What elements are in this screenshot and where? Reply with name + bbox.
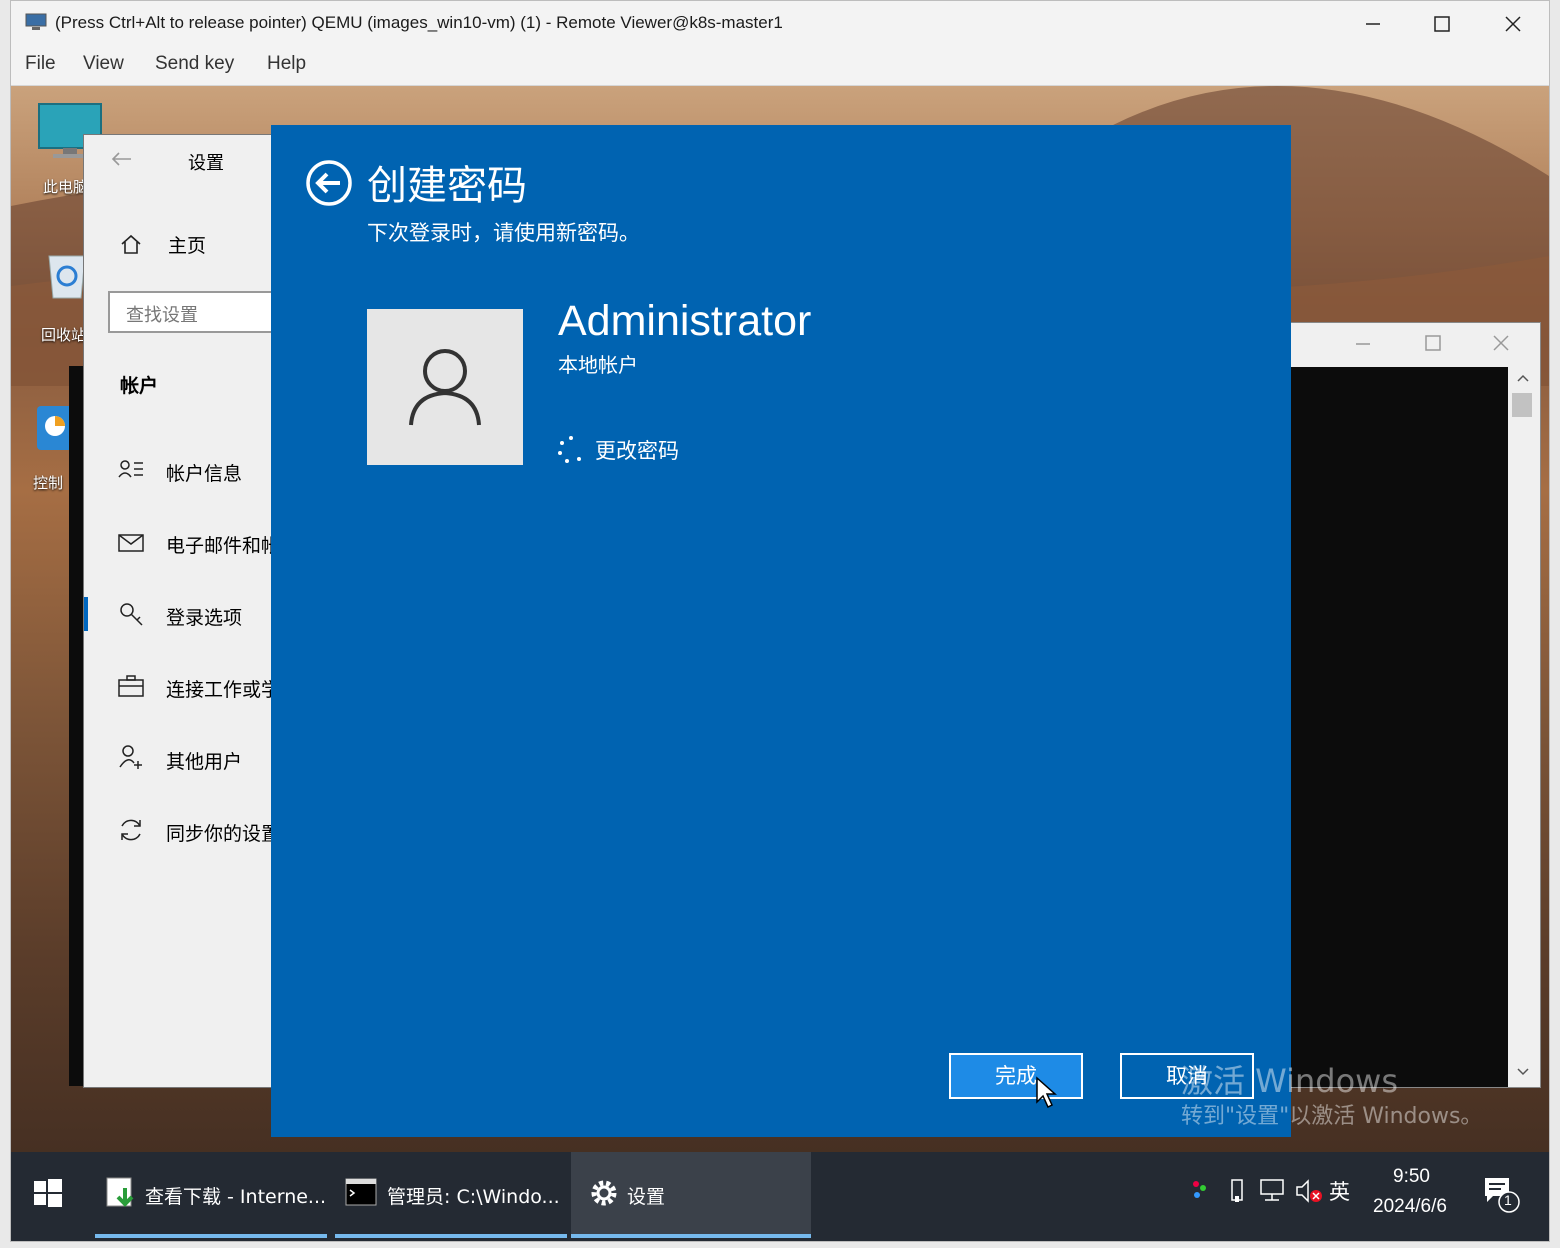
cmd-icon: [345, 1178, 377, 1206]
user-icon: [409, 349, 481, 426]
activation-watermark-title: 激活 Windows: [1181, 1062, 1399, 1100]
maximize-icon[interactable]: [1411, 7, 1471, 41]
download-icon: [106, 1177, 134, 1207]
menu-send-key[interactable]: Send key: [155, 53, 234, 75]
scroll-thumb[interactable]: [1512, 393, 1532, 417]
menu-bar: File View Send key Help: [11, 47, 1549, 86]
task-active-indicator: [571, 1234, 811, 1238]
scroll-up-icon[interactable]: [1516, 373, 1530, 383]
minimize-icon[interactable]: [1343, 7, 1403, 41]
guest-screen[interactable]: 此电脑 回收站 控制 设置 主页 查找设置 帐户 帐户信息 电子邮件和帐 登录选…: [11, 86, 1549, 1241]
loading-spinner-icon: [558, 436, 581, 463]
action-center-button[interactable]: 1: [1483, 1176, 1523, 1216]
app-tray-icon[interactable]: [1191, 1178, 1209, 1202]
nav-sync[interactable]: 同步你的设置: [166, 819, 280, 846]
console-maximize-icon[interactable]: [1422, 333, 1444, 353]
activation-watermark-text: 转到"设置"以激活 Windows。: [1181, 1104, 1483, 1129]
settings-title: 设置: [188, 153, 224, 174]
add-user-icon: [119, 745, 142, 769]
dialog-subtitle: 下次登录时，请使用新密码。: [367, 221, 640, 245]
settings-search-input[interactable]: 查找设置: [108, 291, 278, 333]
menu-view[interactable]: View: [83, 53, 124, 75]
dialog-title: 创建密码: [367, 163, 527, 209]
close-icon[interactable]: [1483, 7, 1543, 41]
title-bar[interactable]: (Press Ctrl+Alt to release pointer) QEMU…: [11, 1, 1549, 47]
notification-count: 1: [1504, 1192, 1512, 1208]
task-label-downloads: 查看下载 - Interne...: [145, 1186, 327, 1208]
settings-window[interactable]: 设置 主页 查找设置 帐户 帐户信息 电子邮件和帐 登录选项 连接工作或学 其他…: [83, 134, 285, 1088]
console-window[interactable]: [1289, 322, 1541, 1088]
windows-start-icon[interactable]: [33, 1178, 63, 1208]
task-label-settings: 设置: [627, 1186, 666, 1208]
notification-icon: [1485, 1178, 1520, 1213]
console-scrollbar[interactable]: [1508, 367, 1538, 1087]
console-window-edge: [69, 366, 83, 1086]
clock-time[interactable]: 9:50: [1393, 1166, 1430, 1188]
nav-email[interactable]: 电子邮件和帐: [166, 531, 280, 558]
volume-muted-icon[interactable]: [1295, 1178, 1323, 1204]
account-type: 本地帐户: [558, 353, 638, 377]
task-active-indicator: [95, 1234, 327, 1238]
task-active-indicator: [335, 1234, 567, 1238]
create-password-dialog: 创建密码 下次登录时，请使用新密码。 Administrator 本地帐户 更改…: [271, 125, 1291, 1137]
desktop-label-control: 控制: [33, 474, 64, 492]
remote-viewer-window: (Press Ctrl+Alt to release pointer) QEMU…: [10, 0, 1550, 1242]
status-text: 更改密码: [595, 439, 679, 463]
nav-home[interactable]: 主页: [168, 231, 206, 258]
console-output: [1290, 367, 1508, 1087]
home-icon: [121, 234, 141, 254]
section-heading: 帐户: [120, 375, 159, 397]
console-minimize-icon[interactable]: [1352, 335, 1374, 353]
back-arrow-icon[interactable]: [110, 151, 132, 167]
menu-help[interactable]: Help: [267, 53, 306, 75]
network-icon[interactable]: [1259, 1178, 1285, 1202]
usb-icon[interactable]: [1227, 1178, 1247, 1204]
task-cmd[interactable]: 管理员: C:\Windo...: [335, 1152, 567, 1238]
monitor-app-icon: [25, 13, 47, 30]
sync-icon: [121, 819, 141, 841]
ime-indicator[interactable]: 英: [1329, 1176, 1350, 1206]
finish-button[interactable]: 完成: [949, 1053, 1083, 1099]
mail-icon: [118, 534, 144, 552]
briefcase-icon: [118, 675, 144, 697]
nav-other-users[interactable]: 其他用户: [166, 747, 242, 774]
account-info-icon: [118, 460, 143, 478]
nav-account-info[interactable]: 帐户信息: [166, 459, 242, 486]
back-circle-icon[interactable]: [305, 159, 353, 207]
nav-sign-in-options[interactable]: 登录选项: [166, 603, 242, 630]
menu-file[interactable]: File: [25, 53, 56, 75]
clock-date[interactable]: 2024/6/6: [1373, 1196, 1447, 1218]
nav-work-school[interactable]: 连接工作或学: [166, 675, 280, 702]
avatar: [367, 309, 523, 465]
scroll-down-icon[interactable]: [1516, 1067, 1530, 1077]
taskbar: 查看下载 - Interne... 管理员: C:\Windo... 设置 英 …: [11, 1152, 1549, 1241]
window-title: (Press Ctrl+Alt to release pointer) QEMU…: [55, 13, 783, 32]
nav-selection-indicator: [84, 597, 88, 631]
gear-icon: [591, 1180, 617, 1206]
desktop-label-computer: 此电脑: [43, 178, 89, 196]
task-settings[interactable]: 设置: [571, 1152, 811, 1238]
task-downloads[interactable]: 查看下载 - Interne...: [95, 1152, 327, 1238]
task-label-cmd: 管理员: C:\Windo...: [387, 1186, 560, 1208]
user-name: Administrator: [558, 297, 812, 345]
mouse-pointer-icon: [1036, 1076, 1057, 1109]
console-close-icon[interactable]: [1490, 333, 1512, 353]
desktop-label-recycle: 回收站: [41, 326, 87, 344]
key-icon: [120, 603, 143, 626]
